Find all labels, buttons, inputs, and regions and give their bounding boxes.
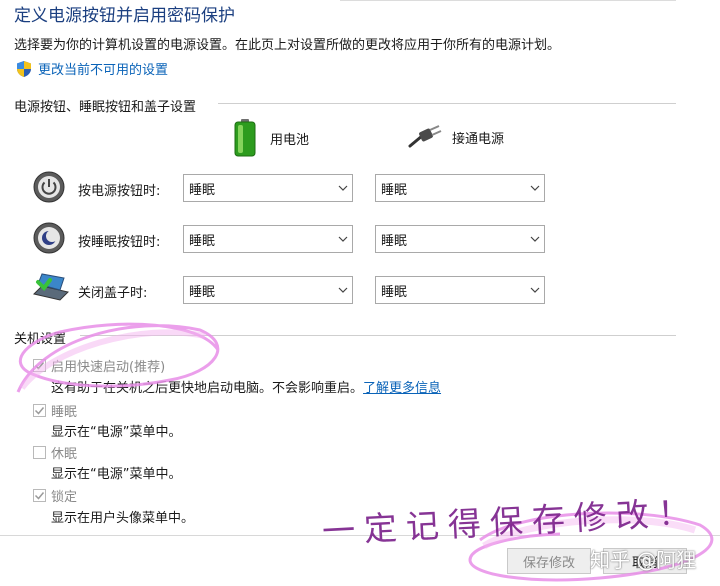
power-button-battery-select[interactable]: 睡眠 bbox=[183, 174, 353, 202]
checkmark-icon bbox=[34, 407, 45, 415]
chevron-down-icon bbox=[526, 276, 544, 304]
select-value: 睡眠 bbox=[189, 233, 216, 249]
power-button-icon bbox=[33, 171, 65, 203]
handwritten-note: 一定记得保存修改！ bbox=[321, 492, 701, 551]
select-value: 睡眠 bbox=[189, 284, 216, 300]
sleep-checkbox[interactable] bbox=[33, 404, 46, 417]
chevron-down-icon bbox=[334, 276, 352, 304]
fast-startup-checkbox[interactable] bbox=[33, 359, 46, 372]
lock-checkbox[interactable] bbox=[33, 489, 46, 502]
battery-column-header: 用电池 bbox=[232, 118, 309, 158]
sleep-button-battery-select[interactable]: 睡眠 bbox=[183, 225, 353, 253]
power-button-plugged-select[interactable]: 睡眠 bbox=[375, 174, 545, 202]
lid-close-label: 关闭盖子时: bbox=[78, 286, 148, 301]
battery-column-label: 用电池 bbox=[270, 132, 310, 148]
lid-close-plugged-select[interactable]: 睡眠 bbox=[375, 276, 545, 304]
hibernate-option-description: 显示在“电源”菜单中。 bbox=[51, 467, 182, 482]
learn-more-link[interactable]: 了解更多信息 bbox=[363, 381, 441, 396]
watermark: 知乎 @阿狸 bbox=[590, 548, 697, 572]
shutdown-section-heading: 关机设置 bbox=[14, 332, 67, 347]
fast-startup-description-text: 这有助于在关机之后更快地启动电脑。不会影响重启。 bbox=[51, 381, 364, 396]
sleep-option-description: 显示在“电源”菜单中。 bbox=[51, 425, 182, 440]
checkmark-icon bbox=[34, 362, 45, 370]
select-value: 睡眠 bbox=[381, 284, 408, 300]
select-value: 睡眠 bbox=[381, 182, 408, 198]
hibernate-option-label: 休眠 bbox=[51, 447, 78, 462]
laptop-lid-icon bbox=[33, 273, 69, 301]
fast-startup-label: 启用快速启动(推荐) bbox=[51, 360, 166, 375]
sleep-option-label: 睡眠 bbox=[51, 405, 78, 420]
uac-shield-icon bbox=[17, 60, 31, 77]
shutdown-section-divider bbox=[80, 335, 676, 336]
page-description: 选择要为你的计算机设置的电源设置。在此页上对设置所做的更改将应用于你所有的电源计… bbox=[14, 38, 561, 53]
lock-option-description: 显示在用户头像菜单中。 bbox=[51, 511, 195, 526]
power-button-label: 按电源按钮时: bbox=[78, 184, 161, 199]
change-link-label: 更改当前不可用的设置 bbox=[38, 63, 169, 78]
chevron-down-icon bbox=[526, 225, 544, 253]
sleep-button-plugged-select[interactable]: 睡眠 bbox=[375, 225, 545, 253]
checkmark-icon bbox=[34, 492, 45, 500]
sleep-button-icon bbox=[33, 222, 65, 254]
lock-option-label: 锁定 bbox=[51, 490, 78, 505]
plugged-in-column-label: 接通电源 bbox=[452, 131, 505, 147]
sleep-button-label: 按睡眠按钮时: bbox=[78, 235, 161, 250]
page-title: 定义电源按钮并启用密码保护 bbox=[14, 6, 235, 26]
chevron-down-icon bbox=[526, 174, 544, 202]
power-section-heading: 电源按钮、睡眠按钮和盖子设置 bbox=[14, 100, 197, 115]
header-divider bbox=[340, 0, 676, 1]
chevron-down-icon bbox=[334, 225, 352, 253]
plugged-in-column-header: 接通电源 bbox=[408, 124, 504, 150]
power-section-divider bbox=[218, 103, 676, 104]
chevron-down-icon bbox=[334, 174, 352, 202]
fast-startup-description: 这有助于在关机之后更快地启动电脑。不会影响重启。了解更多信息 bbox=[51, 377, 441, 396]
select-value: 睡眠 bbox=[189, 182, 216, 198]
select-value: 睡眠 bbox=[381, 233, 408, 249]
save-changes-button[interactable]: 保存修改 bbox=[507, 548, 591, 574]
power-plug-icon bbox=[408, 125, 442, 148]
battery-icon bbox=[234, 119, 256, 157]
change-unavailable-settings-link[interactable]: 更改当前不可用的设置 bbox=[16, 59, 168, 78]
lid-close-battery-select[interactable]: 睡眠 bbox=[183, 276, 353, 304]
hibernate-checkbox[interactable] bbox=[33, 446, 46, 459]
